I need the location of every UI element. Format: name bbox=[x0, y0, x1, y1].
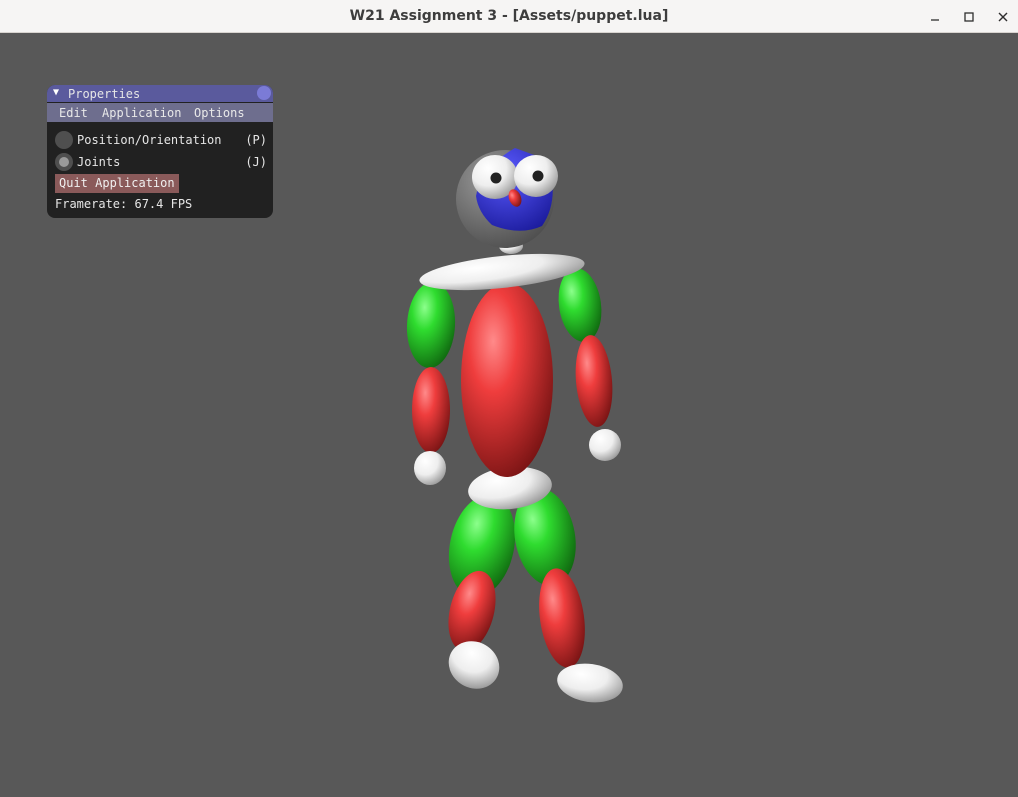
triangle-down-icon[interactable]: ▼ bbox=[53, 87, 59, 98]
puppet-right-leg[interactable] bbox=[507, 484, 625, 707]
quit-application-button[interactable]: Quit Application bbox=[55, 174, 179, 193]
window-titlebar: W21 Assignment 3 - [Assets/puppet.lua] bbox=[0, 0, 1018, 33]
panel-close-icon[interactable] bbox=[257, 86, 271, 100]
menu-application[interactable]: Application bbox=[102, 104, 181, 122]
maximize-icon bbox=[964, 12, 974, 22]
panel-title: Properties bbox=[68, 87, 141, 101]
close-icon bbox=[998, 12, 1008, 22]
minimize-icon bbox=[931, 19, 939, 21]
window-title: W21 Assignment 3 - [Assets/puppet.lua] bbox=[349, 8, 669, 24]
puppet-torso[interactable] bbox=[461, 283, 553, 477]
minimize-button[interactable] bbox=[924, 6, 946, 28]
close-button[interactable] bbox=[992, 6, 1014, 28]
mode-position-orientation[interactable]: Position/Orientation (P) bbox=[55, 131, 267, 149]
menu-options[interactable]: Options bbox=[194, 104, 245, 122]
radio-position-orientation-label: Position/Orientation bbox=[77, 133, 222, 147]
panel-menubar: Edit Application Options bbox=[47, 103, 273, 122]
radio-position-orientation-shortcut: (P) bbox=[245, 133, 267, 147]
framerate-text: Framerate: 67.4 FPS bbox=[55, 197, 193, 211]
radio-joints-label: Joints bbox=[77, 155, 121, 169]
radio-joints[interactable] bbox=[55, 153, 73, 171]
radio-position-orientation[interactable] bbox=[55, 131, 73, 149]
puppet-head[interactable] bbox=[456, 148, 558, 248]
radio-joints-shortcut: (J) bbox=[245, 155, 267, 169]
panel-titlebar[interactable]: ▼ Properties bbox=[47, 85, 273, 102]
puppet-left-arm[interactable] bbox=[405, 281, 457, 485]
maximize-button[interactable] bbox=[958, 6, 980, 28]
menu-edit[interactable]: Edit bbox=[59, 104, 88, 122]
mode-joints[interactable]: Joints (J) bbox=[55, 153, 267, 171]
properties-panel: ▼ Properties Edit Application Options Po… bbox=[47, 85, 273, 218]
puppet-left-leg[interactable] bbox=[440, 488, 524, 697]
puppet-right-arm[interactable] bbox=[554, 265, 621, 461]
